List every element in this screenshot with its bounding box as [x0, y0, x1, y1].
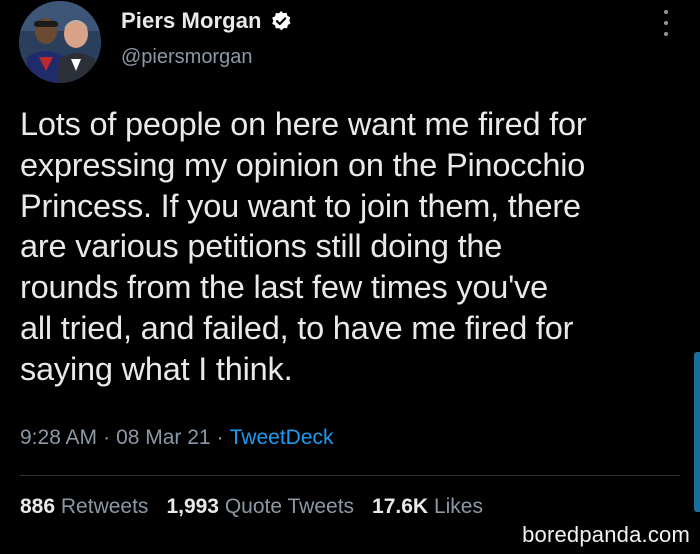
avatar-image — [19, 1, 101, 83]
author-handle[interactable]: @piersmorgan — [121, 46, 252, 69]
divider — [20, 475, 680, 476]
likes-label: Likes — [433, 495, 483, 518]
avatar[interactable] — [19, 1, 101, 83]
tweet-stats: 886 Retweets 1,993 Quote Tweets 17.6K Like… — [20, 495, 501, 519]
tweet-header: Piers Morgan @piersmorgan — [0, 0, 700, 100]
retweets-stat[interactable]: 886 Retweets — [20, 495, 148, 518]
author-display-name[interactable]: Piers Morgan — [121, 8, 262, 34]
retweets-label: Retweets — [60, 495, 149, 518]
tweet-time[interactable]: 9:28 AM — [20, 426, 97, 449]
tweet-text: Lots of people on here want me fired for… — [20, 106, 587, 387]
watermark: boredpanda.com — [522, 522, 690, 547]
quote-tweets-count: 1,993 — [166, 495, 219, 518]
verified-badge-icon — [270, 10, 292, 32]
tweet-date[interactable]: 08 Mar 21 — [116, 426, 211, 449]
retweets-count: 886 — [20, 495, 56, 518]
likes-stat[interactable]: 17.6K Likes — [372, 495, 483, 518]
author-name-row: Piers Morgan — [121, 6, 292, 36]
quote-tweets-stat[interactable]: 1,993 Quote Tweets — [166, 495, 354, 518]
meta-separator: · — [216, 426, 224, 449]
more-vertical-icon[interactable] — [656, 8, 676, 38]
likes-count: 17.6K — [372, 495, 429, 518]
meta-separator: · — [103, 426, 111, 449]
quote-tweets-label: Quote Tweets — [224, 495, 355, 518]
tweet-meta: 9:28 AM · 08 Mar 21 · TweetDeck — [20, 426, 334, 450]
tweet-source-link[interactable]: TweetDeck — [230, 426, 334, 449]
scrollbar[interactable] — [694, 352, 700, 512]
